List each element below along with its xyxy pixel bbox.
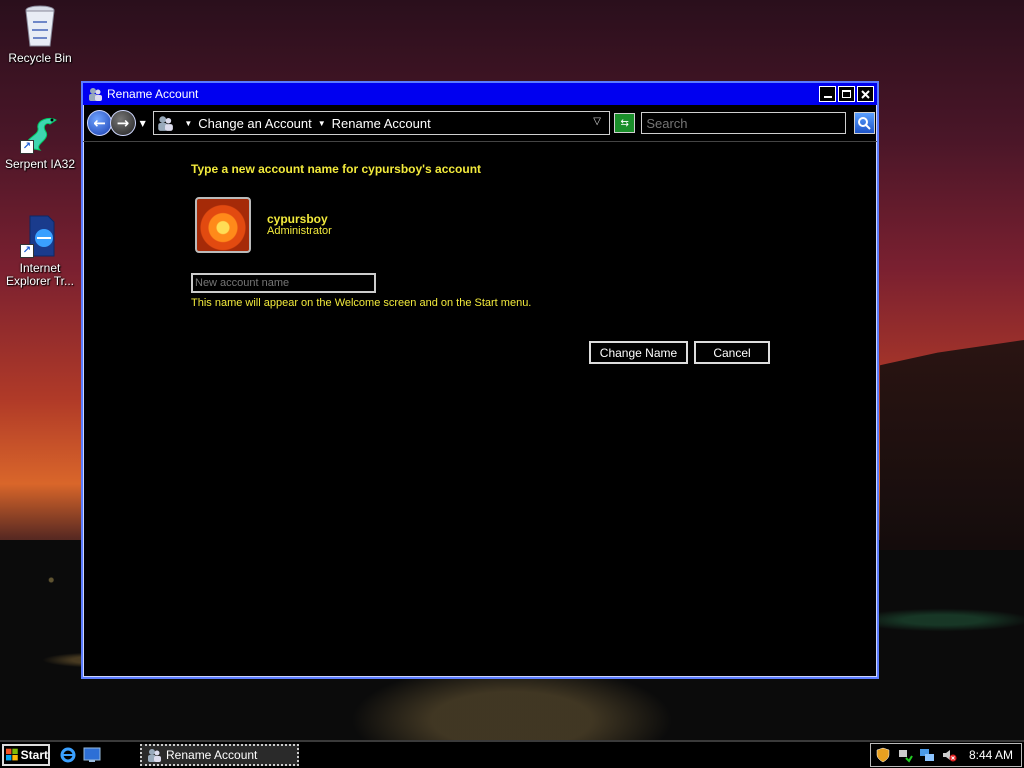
forward-arrow-icon: → xyxy=(116,114,130,132)
forward-button[interactable]: → xyxy=(110,110,136,136)
account-type: Administrator xyxy=(267,225,332,237)
security-shield-icon[interactable] xyxy=(875,747,891,763)
network-connections-icon[interactable] xyxy=(919,747,935,763)
refresh-button[interactable]: ⇆ xyxy=(613,113,636,133)
shortcut-arrow-icon: ↗ xyxy=(20,140,34,154)
internet-explorer-icon xyxy=(60,747,76,763)
rename-account-window: Rename Account ← → ▼ ▼ Change an Account… xyxy=(81,81,879,679)
page-heading: Type a new account name for cypursboy's … xyxy=(191,162,482,176)
new-account-name-input[interactable] xyxy=(191,273,376,293)
close-button[interactable] xyxy=(857,86,874,102)
taskbar-button-label: Rename Account xyxy=(166,748,258,762)
quick-launch-internet-explorer[interactable] xyxy=(58,745,78,765)
address-bar[interactable]: ▼ Change an Account ▼ Rename Account ▽ xyxy=(153,111,610,135)
user-accounts-icon xyxy=(87,86,103,102)
desktop-icon-label: Recycle Bin xyxy=(8,51,72,65)
user-accounts-icon xyxy=(156,114,174,132)
back-button[interactable]: ← xyxy=(87,110,113,136)
recycle-bin-icon xyxy=(20,4,60,48)
quick-launch-show-desktop[interactable] xyxy=(82,745,102,765)
volume-muted-icon[interactable] xyxy=(941,747,957,763)
desktop-wallpaper-hills xyxy=(880,340,1024,550)
system-tray: 8:44 AM xyxy=(870,743,1022,767)
window-title: Rename Account xyxy=(107,87,199,101)
taskbar-button-rename-account[interactable]: Rename Account xyxy=(140,744,299,766)
breadcrumb-separator-icon[interactable]: ▼ xyxy=(318,119,326,128)
start-label: Start xyxy=(20,748,48,762)
maximize-button[interactable] xyxy=(838,86,855,102)
internet-explorer-icon: ↗ xyxy=(20,214,60,258)
desktop-icon-recycle-bin[interactable]: Recycle Bin xyxy=(0,4,80,65)
breadcrumb-item[interactable]: Rename Account xyxy=(332,116,431,131)
search-button[interactable] xyxy=(853,112,875,134)
desktop-icon-internet-explorer[interactable]: ↗ Internet Explorer Tr... xyxy=(0,214,80,288)
taskbar: Start Rename Account 8:44 AM xyxy=(0,740,1024,768)
show-desktop-icon xyxy=(83,747,101,762)
change-name-button[interactable]: Change Name xyxy=(589,341,688,364)
back-arrow-icon: ← xyxy=(93,114,106,132)
user-accounts-icon xyxy=(148,749,161,762)
content-pane: Type a new account name for cypursboy's … xyxy=(83,141,877,677)
desktop-icon-serpent[interactable]: ↗ Serpent IA32 xyxy=(0,110,80,171)
window-titlebar[interactable]: Rename Account xyxy=(83,83,877,105)
maximize-icon xyxy=(842,90,851,98)
clock[interactable]: 8:44 AM xyxy=(969,748,1013,762)
minimize-button[interactable] xyxy=(819,86,836,102)
navigation-toolbar: ← → ▼ ▼ Change an Account ▼ Rename Accou… xyxy=(85,107,875,139)
refresh-icon: ⇆ xyxy=(620,117,629,129)
start-button[interactable]: Start xyxy=(2,744,50,766)
shortcut-arrow-icon: ↗ xyxy=(20,244,34,258)
close-icon xyxy=(861,89,870,99)
breadcrumb-item[interactable]: Change an Account xyxy=(198,116,311,131)
desktop-icon-label: Internet Explorer Tr... xyxy=(5,261,75,288)
search-input[interactable] xyxy=(641,112,846,134)
account-name: cypursboy xyxy=(267,212,328,226)
search-icon xyxy=(858,117,871,130)
account-picture xyxy=(195,197,251,253)
breadcrumb-separator-icon[interactable]: ▼ xyxy=(184,119,192,128)
serpent-dragon-icon: ↗ xyxy=(20,110,60,154)
minimize-icon xyxy=(823,96,832,98)
recent-pages-dropdown[interactable]: ▼ xyxy=(140,119,150,128)
name-hint-text: This name will appear on the Welcome scr… xyxy=(191,297,532,309)
network-icon[interactable] xyxy=(897,747,913,763)
windows-logo-icon xyxy=(6,748,18,761)
address-dropdown-icon[interactable]: ▽ xyxy=(593,116,601,127)
desktop-icon-label: Serpent IA32 xyxy=(4,157,76,171)
cancel-button[interactable]: Cancel xyxy=(694,341,770,364)
